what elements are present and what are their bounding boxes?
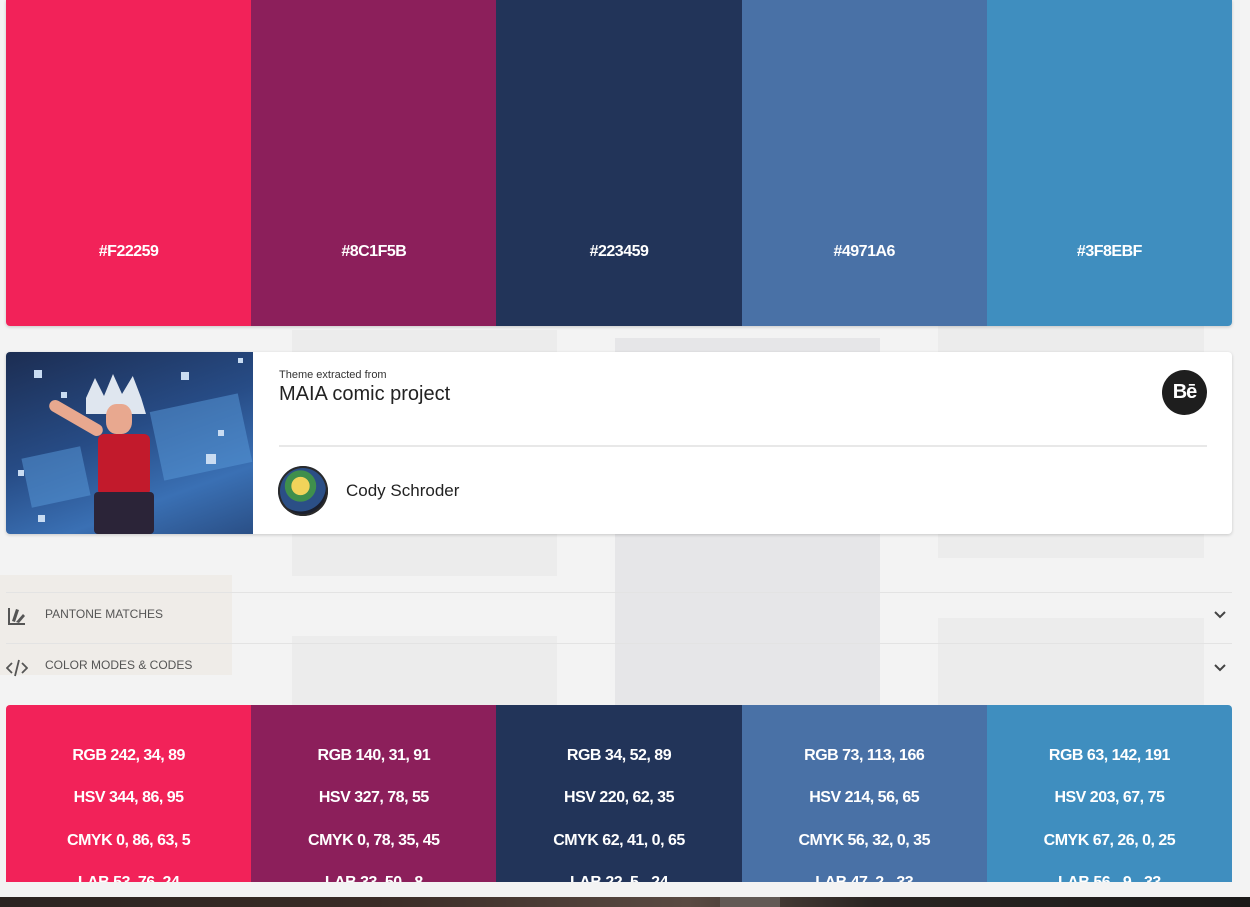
project-title[interactable]: MAIA comic project xyxy=(279,383,450,406)
lab-value[interactable]: LAB 47, 2, -33 xyxy=(742,874,987,882)
hsv-value[interactable]: HSV 220, 62, 35 xyxy=(496,789,741,807)
cmyk-value[interactable]: CMYK 56, 32, 0, 35 xyxy=(742,832,987,850)
color-swatches: #F22259 #8C1F5B #223459 #4971A6 #3F8EBF xyxy=(6,0,1232,326)
color-modes-row[interactable]: COLOR MODES & CODES xyxy=(6,643,1232,694)
lab-value[interactable]: LAB 56, -9, -33 xyxy=(987,874,1232,882)
pantone-swatch-icon xyxy=(8,608,25,625)
divider xyxy=(279,445,1207,447)
cmyk-value[interactable]: CMYK 67, 26, 0, 25 xyxy=(987,832,1232,850)
swatch-hex[interactable]: #F22259 xyxy=(6,243,251,261)
code-column: RGB 140, 31, 91 HSV 327, 78, 55 CMYK 0, … xyxy=(251,705,497,882)
swatch-2[interactable]: #8C1F5B xyxy=(251,0,497,326)
theme-source-caption: Theme extracted from xyxy=(279,369,387,381)
code-column: RGB 34, 52, 89 HSV 220, 62, 35 CMYK 62, … xyxy=(496,705,742,882)
hsv-value[interactable]: HSV 214, 56, 65 xyxy=(742,789,987,807)
rgb-value[interactable]: RGB 242, 34, 89 xyxy=(6,747,251,765)
code-column: RGB 63, 142, 191 HSV 203, 67, 75 CMYK 67… xyxy=(986,705,1232,882)
color-codes-grid: RGB 242, 34, 89 HSV 344, 86, 95 CMYK 0, … xyxy=(6,705,1232,882)
lab-value[interactable]: LAB 33, 50, -8 xyxy=(251,874,496,882)
hsv-value[interactable]: HSV 203, 67, 75 xyxy=(987,789,1232,807)
theme-source-card: Theme extracted from MAIA comic project … xyxy=(6,352,1232,534)
lab-value[interactable]: LAB 53, 76, 24 xyxy=(6,874,251,882)
swatch-1[interactable]: #F22259 xyxy=(6,0,252,326)
swatch-5[interactable]: #3F8EBF xyxy=(986,0,1232,326)
rgb-value[interactable]: RGB 63, 142, 191 xyxy=(987,747,1232,765)
chevron-down-icon[interactable] xyxy=(1212,607,1228,623)
color-modes-label: COLOR MODES & CODES xyxy=(45,658,193,672)
hsv-value[interactable]: HSV 327, 78, 55 xyxy=(251,789,496,807)
swatch-4[interactable]: #4971A6 xyxy=(741,0,987,326)
swatch-3[interactable]: #223459 xyxy=(496,0,742,326)
project-thumbnail[interactable] xyxy=(6,352,253,534)
swatch-hex[interactable]: #4971A6 xyxy=(742,243,987,261)
rgb-value[interactable]: RGB 34, 52, 89 xyxy=(496,747,741,765)
swatch-hex[interactable]: #3F8EBF xyxy=(987,243,1232,261)
author-name[interactable]: Cody Schroder xyxy=(346,481,459,501)
bottom-scroll-strip xyxy=(0,897,1250,907)
rgb-value[interactable]: RGB 73, 113, 166 xyxy=(742,747,987,765)
hsv-value[interactable]: HSV 344, 86, 95 xyxy=(6,789,251,807)
swatch-hex[interactable]: #8C1F5B xyxy=(251,243,496,261)
lab-value[interactable]: LAB 22, 5, -24 xyxy=(496,874,741,882)
swatch-hex[interactable]: #223459 xyxy=(496,243,741,261)
cmyk-value[interactable]: CMYK 62, 41, 0, 65 xyxy=(496,832,741,850)
behance-icon[interactable]: Bē xyxy=(1162,370,1207,415)
cmyk-value[interactable]: CMYK 0, 86, 63, 5 xyxy=(6,832,251,850)
scrollbar-thumb[interactable] xyxy=(720,897,780,907)
avatar[interactable] xyxy=(278,466,328,516)
cmyk-value[interactable]: CMYK 0, 78, 35, 45 xyxy=(251,832,496,850)
code-column: RGB 242, 34, 89 HSV 344, 86, 95 CMYK 0, … xyxy=(6,705,252,882)
chevron-down-icon[interactable] xyxy=(1212,660,1228,676)
rgb-value[interactable]: RGB 140, 31, 91 xyxy=(251,747,496,765)
pantone-matches-row[interactable]: PANTONE MATCHES xyxy=(6,592,1232,643)
code-icon xyxy=(6,659,28,677)
pantone-matches-label: PANTONE MATCHES xyxy=(45,607,164,621)
code-column: RGB 73, 113, 166 HSV 214, 56, 65 CMYK 56… xyxy=(741,705,987,882)
